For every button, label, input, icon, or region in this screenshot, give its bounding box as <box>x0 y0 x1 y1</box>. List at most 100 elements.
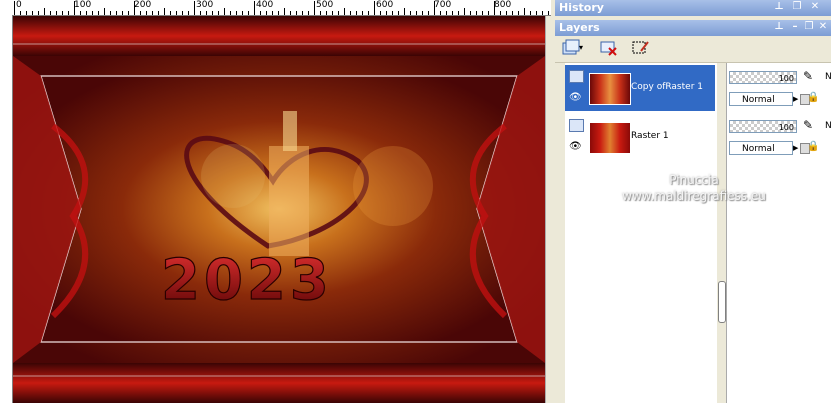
ruler-tick <box>470 11 471 15</box>
new-raster-layer-icon[interactable] <box>561 39 581 57</box>
ruler-tick <box>26 11 27 15</box>
ruler-tick <box>32 11 33 15</box>
panel-splitter[interactable] <box>717 63 726 403</box>
ruler-tick <box>542 11 543 15</box>
canvas-area[interactable]: 0 100 200 300 400 500 600 700 800 2023 <box>0 0 551 403</box>
minimize-icon[interactable]: – <box>789 21 801 33</box>
blend-mode-select[interactable]: Normal <box>729 141 793 155</box>
restore-icon[interactable]: ❐ <box>803 21 815 33</box>
layer-group-icon <box>569 119 584 132</box>
restore-icon[interactable]: ❐ <box>791 1 803 13</box>
ruler-tick <box>290 11 291 15</box>
ruler-tick <box>110 11 111 15</box>
ruler-tick <box>44 8 45 15</box>
ruler-tick <box>428 11 429 15</box>
pin-icon[interactable]: ⊥ <box>773 1 785 13</box>
close-icon[interactable]: ✕ <box>809 1 821 13</box>
layers-toolbar: ▾ <box>555 36 831 63</box>
pin-icon[interactable]: ⊥ <box>773 21 785 33</box>
layer-props-row: 100 ✎ N Normal ▶ 🔒 <box>727 114 831 160</box>
ruler-tick <box>206 11 207 15</box>
ruler-tick <box>56 11 57 15</box>
watermark: Pinuccia www.maldiregrafiess.eu <box>594 172 794 204</box>
dropdown-icon[interactable]: ▾ <box>579 39 587 57</box>
eye-icon[interactable]: 👁 <box>569 93 582 103</box>
ruler-label: 300 <box>196 0 214 10</box>
ruler-tick <box>176 11 177 15</box>
ruler-tick <box>152 11 153 15</box>
top-band <box>13 16 545 56</box>
lock-icon[interactable]: 🔒 <box>807 92 819 103</box>
close-icon[interactable]: ✕ <box>817 21 829 33</box>
ruler-tick <box>518 11 519 15</box>
ruler-tick <box>212 11 213 15</box>
layer-properties: 100 ✎ N Normal ▶ 🔒 100 ✎ N Normal ▶ 🔒 <box>726 63 831 403</box>
ruler-tick <box>74 1 75 15</box>
ruler-label: 200 <box>134 0 152 10</box>
opacity-field[interactable]: 100 <box>729 120 797 133</box>
ruler-tick <box>134 1 135 15</box>
ruler-tick <box>272 11 273 15</box>
ruler-tick <box>380 11 381 15</box>
ruler-tick <box>98 11 99 15</box>
canvas-image[interactable]: 2023 <box>13 16 545 403</box>
ruler-tick <box>86 11 87 15</box>
blend-extra-label: N <box>825 72 831 82</box>
ruler-tick <box>122 11 123 15</box>
ruler-tick <box>440 11 441 15</box>
lock-icon[interactable]: 🔒 <box>807 141 819 152</box>
layer-list: 👁 Copy ofRaster 1 👁 Raster 1 <box>565 63 717 403</box>
ruler-label: 400 <box>256 0 274 10</box>
ruler-tick <box>410 11 411 15</box>
splitter-handle[interactable] <box>718 281 726 323</box>
layer-group-icon <box>569 70 584 83</box>
ruler-tick <box>308 11 309 15</box>
ruler-tick <box>14 1 15 15</box>
brush-icon[interactable]: ✎ <box>803 69 813 83</box>
ruler-label: 700 <box>434 0 452 10</box>
ruler-tick <box>488 11 489 15</box>
ruler-tick <box>194 1 195 15</box>
ruler-tick <box>104 8 105 15</box>
opacity-field[interactable]: 100 <box>729 71 797 84</box>
eye-icon[interactable]: 👁 <box>569 142 582 152</box>
blend-mode-select[interactable]: Normal <box>729 92 793 106</box>
ruler-tick <box>170 11 171 15</box>
ruler-tick <box>266 11 267 15</box>
ruler-tick <box>512 11 513 15</box>
ruler-tick <box>236 11 237 15</box>
ruler-tick <box>362 11 363 15</box>
ruler-tick <box>248 11 249 15</box>
brush-icon[interactable]: ✎ <box>803 118 813 132</box>
history-titlebar[interactable]: History ⊥ ❐ ✕ <box>555 0 831 16</box>
layer-item-copy-of-raster-1[interactable]: 👁 Copy ofRaster 1 <box>565 65 715 111</box>
ruler-tick <box>50 11 51 15</box>
ruler-corner <box>0 0 15 16</box>
layer-item-raster-1[interactable]: 👁 Raster 1 <box>565 114 715 160</box>
ruler-tick <box>320 11 321 15</box>
horizontal-ruler: 0 100 200 300 400 500 600 700 800 <box>14 0 551 16</box>
history-title: History <box>559 1 604 14</box>
ruler-tick <box>242 11 243 15</box>
ruler-tick <box>338 11 339 15</box>
ruler-tick <box>260 11 261 15</box>
ruler-tick <box>344 8 345 15</box>
ruler-tick <box>326 11 327 15</box>
ruler-label: 600 <box>376 0 394 10</box>
edit-selection-icon[interactable] <box>631 39 651 57</box>
ruler-tick <box>62 11 63 15</box>
ruler-tick <box>350 11 351 15</box>
ruler-tick <box>446 11 447 15</box>
ruler-tick <box>422 11 423 15</box>
ruler-tick <box>80 11 81 15</box>
ruler-tick <box>500 11 501 15</box>
layers-titlebar[interactable]: Layers ⊥ – ❐ ✕ <box>555 20 831 36</box>
delete-layer-icon[interactable] <box>599 39 619 57</box>
layer-name: Raster 1 <box>631 131 669 141</box>
ruler-tick <box>218 11 219 15</box>
ruler-tick <box>140 11 141 15</box>
ruler-label: 500 <box>316 0 334 10</box>
ruler-tick <box>284 8 285 15</box>
ruler-tick <box>374 1 375 15</box>
ruler-tick <box>146 11 147 15</box>
